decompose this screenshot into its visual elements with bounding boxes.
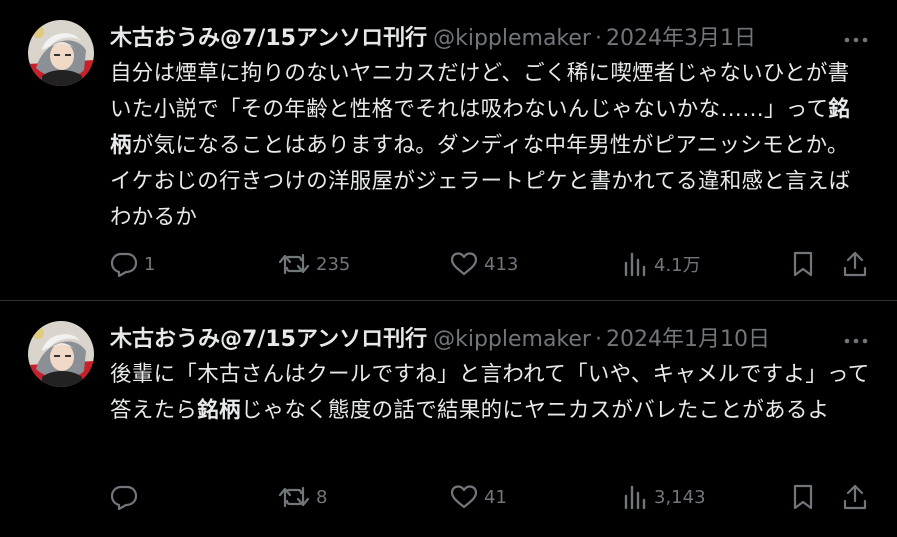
bookmark-icon [793,484,813,510]
tweet-date[interactable]: 2024年3月1日 [606,26,756,51]
share-icon [843,484,867,510]
reply-icon [110,252,138,277]
avatar[interactable] [28,321,94,387]
retweet-count: 235 [316,253,351,275]
action-bar: 8 41 3,143 [110,481,871,513]
separator-dot: · [594,327,602,352]
views-icon [624,485,646,510]
bookmark-button[interactable] [790,248,816,280]
like-count: 41 [484,486,507,508]
reply-count: 1 [144,253,156,275]
reply-icon [110,485,138,510]
tweet[interactable]: 木古おうみ@7/15アンソロ刊行 @kipplemaker · 2024年1月10日 … [0,301,897,537]
bookmark-button[interactable] [790,481,816,513]
tweet-text-part: が気になることはありますね。ダンディな中年男性がピアニッシモとか。イケおじの行き… [110,133,851,230]
reply-button[interactable] [110,481,144,513]
tweet-header: 木古おうみ@7/15アンソロ刊行 @kipplemaker · 2024年3月1日 [110,22,837,56]
share-icon [843,251,867,277]
tweet-date[interactable]: 2024年1月10日 [606,327,770,352]
view-count: 3,143 [654,486,706,508]
views-icon [624,252,646,277]
action-bar: 1 235 413 4.1万 [110,248,871,280]
like-icon [450,485,478,509]
separator-dot: · [594,26,602,51]
retweet-count: 8 [316,486,328,508]
tweet-text-bold: 銘柄 [197,398,241,423]
like-count: 413 [484,253,519,275]
author-handle[interactable]: @kipplemaker [433,26,591,51]
tweet-text-part: じゃなく態度の話で結果的にヤニカスがバレたことがあるよ [240,398,830,423]
like-button[interactable]: 41 [450,481,507,513]
share-button[interactable] [842,248,868,280]
tweet-text-part: 自分は煙草に拘りのないヤニカスだけど、ごく稀に喫煙者じゃないひとが書いた小説で「… [110,61,850,122]
retweet-icon [278,253,310,275]
tweet-header: 木古おうみ@7/15アンソロ刊行 @kipplemaker · 2024年1月10日 [110,323,837,357]
more-icon[interactable] [843,331,869,351]
author-name[interactable]: 木古おうみ@7/15アンソロ刊行 [110,26,427,51]
tweet-text: 後輩に「木古さんはクールですね」と言われて「いや、キャメルですよ」って答えたら銘… [110,357,870,429]
retweet-icon [278,486,310,508]
share-button[interactable] [842,481,868,513]
bookmark-icon [793,251,813,277]
author-handle[interactable]: @kipplemaker [433,327,591,352]
views-button[interactable]: 4.1万 [622,248,701,280]
views-button[interactable]: 3,143 [622,481,706,513]
avatar[interactable] [28,20,94,86]
like-icon [450,252,478,276]
tweet-text: 自分は煙草に拘りのないヤニカスだけど、ごく稀に喫煙者じゃないひとが書いた小説で「… [110,56,870,236]
view-count: 4.1万 [654,255,701,276]
reply-button[interactable]: 1 [110,248,155,280]
like-button[interactable]: 413 [450,248,518,280]
retweet-button[interactable]: 8 [278,481,327,513]
more-icon[interactable] [843,30,869,50]
tweet[interactable]: 木古おうみ@7/15アンソロ刊行 @kipplemaker · 2024年3月1日 自… [0,0,897,300]
retweet-button[interactable]: 235 [278,248,350,280]
author-name[interactable]: 木古おうみ@7/15アンソロ刊行 [110,327,427,352]
